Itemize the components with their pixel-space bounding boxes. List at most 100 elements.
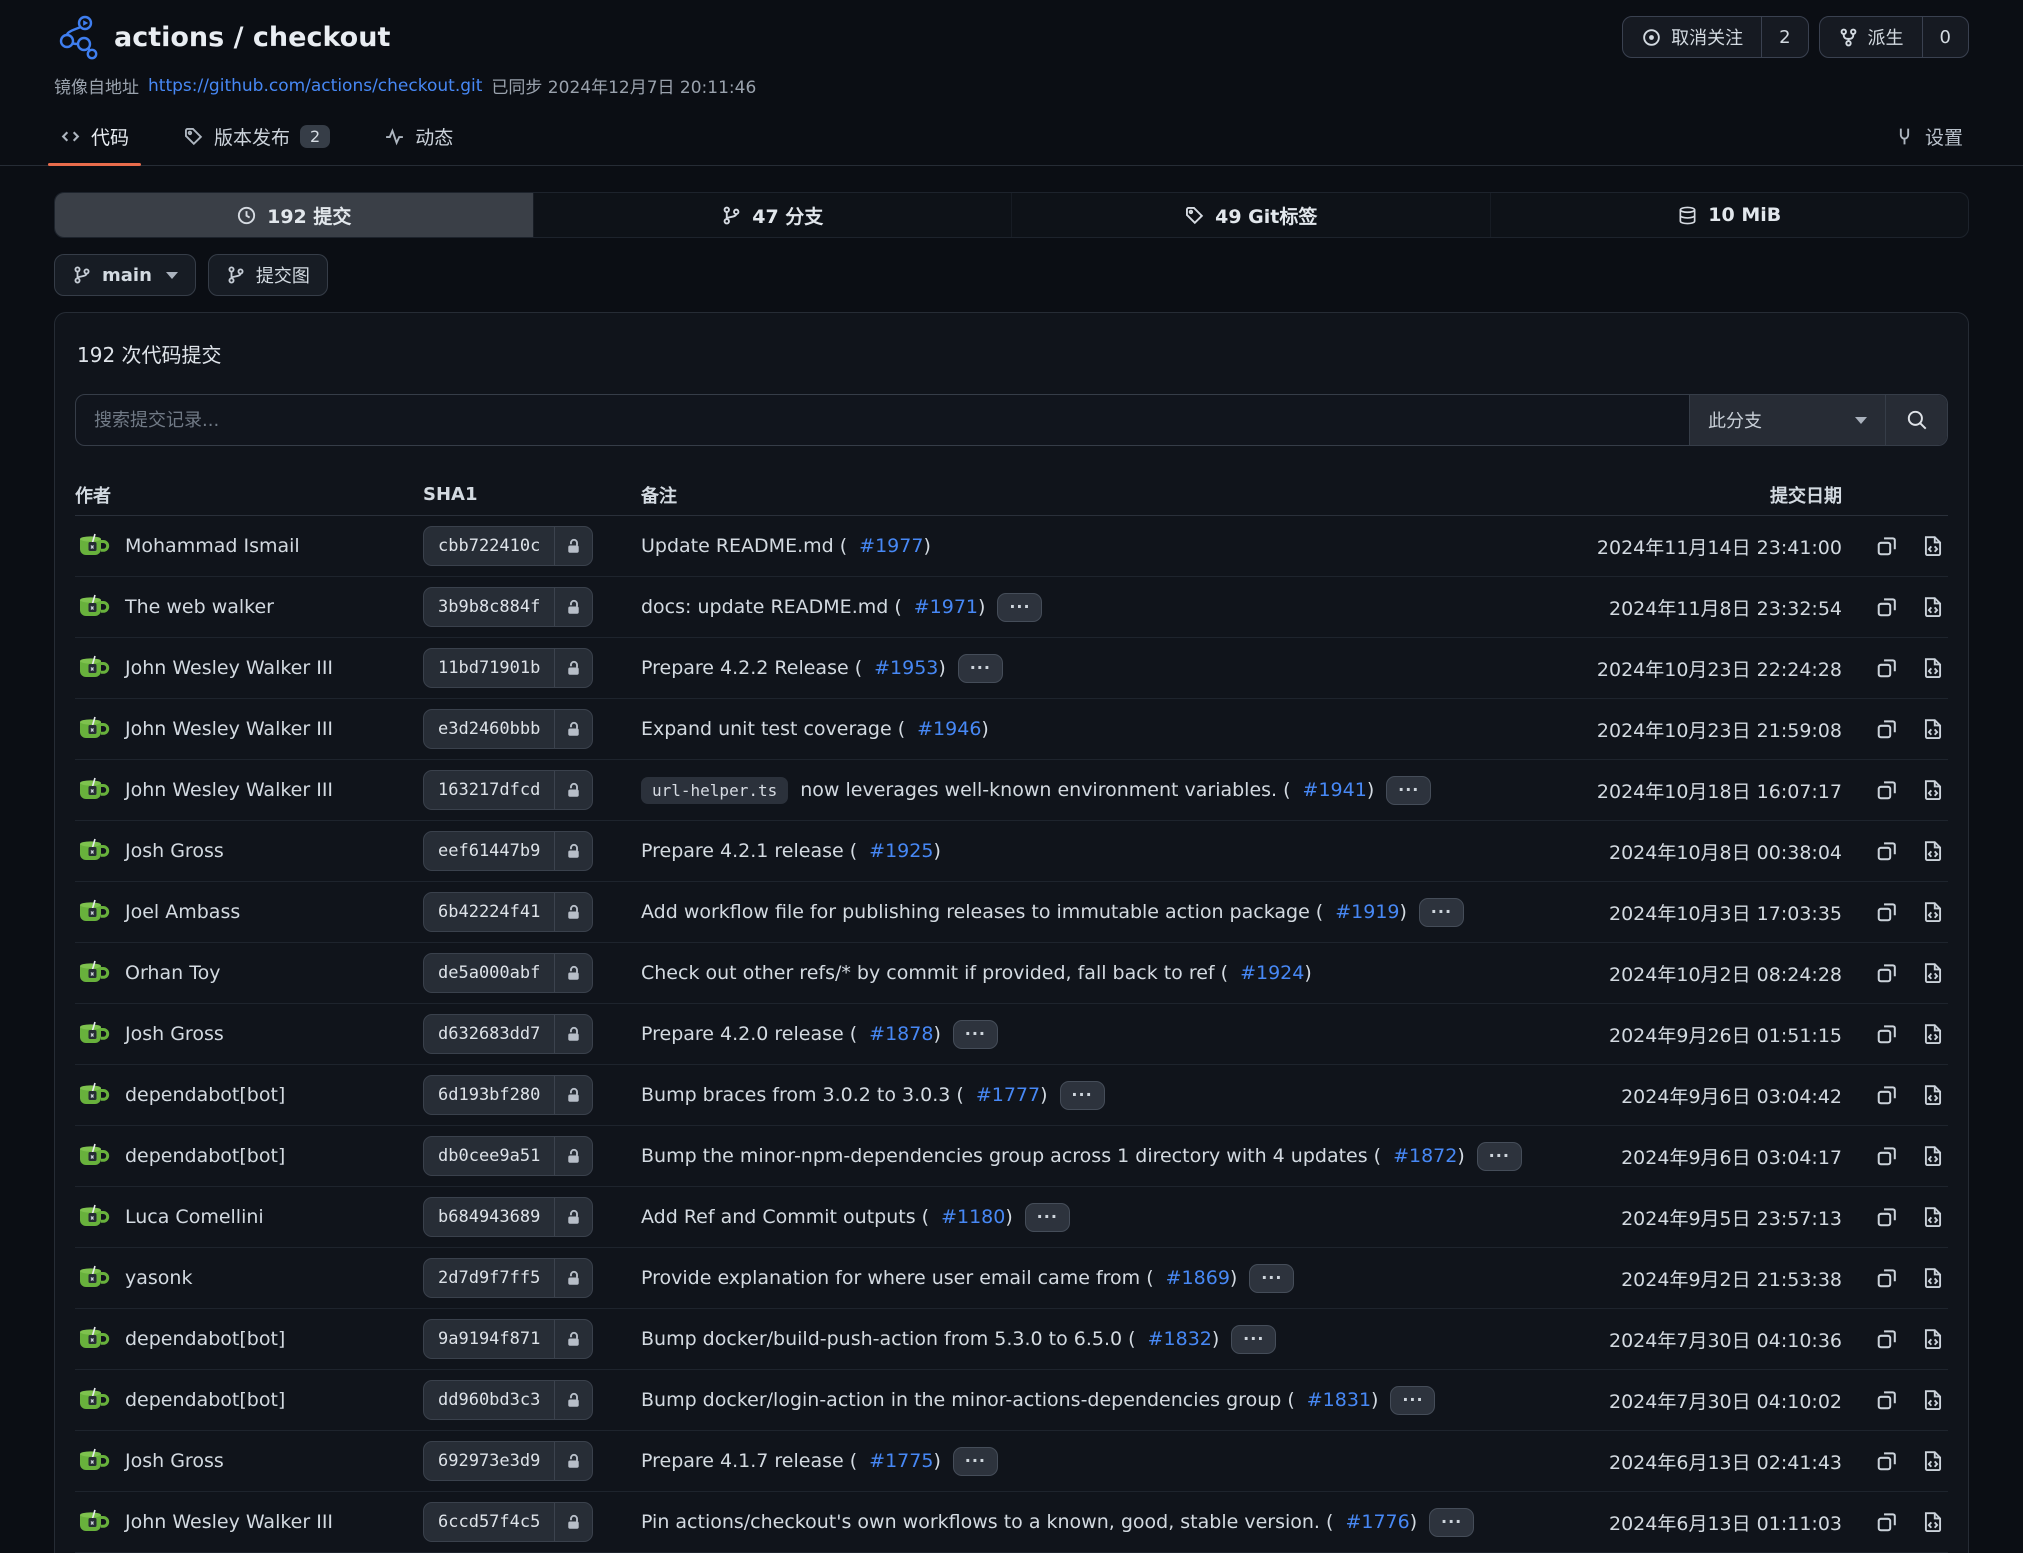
- author-name[interactable]: Luca Comellini: [125, 1206, 264, 1228]
- commit-sha-badge[interactable]: d632683dd7: [423, 1014, 593, 1054]
- commit-more-button[interactable]: ···: [1060, 1081, 1105, 1110]
- commit-more-button[interactable]: ···: [1386, 776, 1431, 805]
- commit-sha-badge[interactable]: 163217dfcd: [423, 770, 593, 810]
- unwatch-button[interactable]: 取消关注 2: [1622, 16, 1808, 58]
- author-name[interactable]: Joel Ambass: [125, 901, 240, 923]
- issue-link[interactable]: #1878: [869, 1023, 933, 1045]
- forks-count[interactable]: 0: [1923, 17, 1968, 57]
- repo-name-link[interactable]: checkout: [253, 22, 390, 53]
- author-name[interactable]: dependabot[bot]: [125, 1145, 285, 1167]
- commit-sha-badge[interactable]: dd960bd3c3: [423, 1380, 593, 1420]
- commit-sha-badge[interactable]: 2d7d9f7ff5: [423, 1258, 593, 1298]
- issue-link[interactable]: #1775: [869, 1450, 933, 1472]
- fork-button-label-part[interactable]: 派生: [1820, 17, 1923, 57]
- commit-sha-badge[interactable]: de5a000abf: [423, 953, 593, 993]
- author-name[interactable]: Josh Gross: [125, 1023, 224, 1045]
- copy-sha-button[interactable]: [1874, 838, 1900, 864]
- mirror-url-link[interactable]: https://github.com/actions/checkout.git: [148, 76, 482, 96]
- commit-more-button[interactable]: ···: [953, 1020, 998, 1049]
- copy-sha-button[interactable]: [1874, 1326, 1900, 1352]
- copy-sha-button[interactable]: [1874, 777, 1900, 803]
- copy-sha-button[interactable]: [1874, 1448, 1900, 1474]
- author-name[interactable]: John Wesley Walker III: [125, 779, 333, 801]
- commit-sha-badge[interactable]: e3d2460bbb: [423, 709, 593, 749]
- author-name[interactable]: dependabot[bot]: [125, 1389, 285, 1411]
- commit-sha-badge[interactable]: 692973e3d9: [423, 1441, 593, 1481]
- commit-more-button[interactable]: ···: [1390, 1386, 1435, 1415]
- commit-graph-button[interactable]: 提交图: [208, 254, 328, 296]
- branch-filter-select[interactable]: 此分支: [1689, 395, 1885, 445]
- issue-link[interactable]: #1832: [1148, 1328, 1212, 1350]
- issue-link[interactable]: #1977: [859, 535, 923, 557]
- browse-source-button[interactable]: [1920, 1509, 1946, 1535]
- browse-source-button[interactable]: [1920, 655, 1946, 681]
- browse-source-button[interactable]: [1920, 899, 1946, 925]
- stat-branches[interactable]: 47 分支: [533, 193, 1012, 237]
- commit-more-button[interactable]: ···: [1025, 1203, 1070, 1232]
- browse-source-button[interactable]: [1920, 1204, 1946, 1230]
- issue-link[interactable]: #1946: [917, 718, 981, 740]
- browse-source-button[interactable]: [1920, 1265, 1946, 1291]
- tab-releases[interactable]: 版本发布 2: [177, 115, 336, 165]
- commit-more-button[interactable]: ···: [997, 593, 1042, 622]
- copy-sha-button[interactable]: [1874, 1387, 1900, 1413]
- commit-more-button[interactable]: ···: [1419, 898, 1464, 927]
- browse-source-button[interactable]: [1920, 1143, 1946, 1169]
- commit-sha-badge[interactable]: 6ccd57f4c5: [423, 1502, 593, 1542]
- search-input[interactable]: [76, 395, 1689, 445]
- copy-sha-button[interactable]: [1874, 655, 1900, 681]
- commit-sha-badge[interactable]: 6b42224f41: [423, 892, 593, 932]
- browse-source-button[interactable]: [1920, 533, 1946, 559]
- author-name[interactable]: John Wesley Walker III: [125, 657, 333, 679]
- copy-sha-button[interactable]: [1874, 1265, 1900, 1291]
- browse-source-button[interactable]: [1920, 594, 1946, 620]
- issue-link[interactable]: #1971: [914, 596, 978, 618]
- tab-settings[interactable]: 设置: [1888, 115, 1969, 165]
- commit-more-button[interactable]: ···: [1477, 1142, 1522, 1171]
- copy-sha-button[interactable]: [1874, 1509, 1900, 1535]
- author-name[interactable]: Josh Gross: [125, 840, 224, 862]
- issue-link[interactable]: #1180: [941, 1206, 1005, 1228]
- commit-more-button[interactable]: ···: [1429, 1508, 1474, 1537]
- author-name[interactable]: Josh Gross: [125, 1450, 224, 1472]
- tab-activity[interactable]: 动态: [378, 115, 459, 165]
- fork-button[interactable]: 派生 0: [1819, 16, 1969, 58]
- copy-sha-button[interactable]: [1874, 1021, 1900, 1047]
- browse-source-button[interactable]: [1920, 1326, 1946, 1352]
- browse-source-button[interactable]: [1920, 1448, 1946, 1474]
- commit-sha-badge[interactable]: eef61447b9: [423, 831, 593, 871]
- copy-sha-button[interactable]: [1874, 716, 1900, 742]
- browse-source-button[interactable]: [1920, 1387, 1946, 1413]
- issue-link[interactable]: #1919: [1335, 901, 1399, 923]
- copy-sha-button[interactable]: [1874, 594, 1900, 620]
- author-name[interactable]: dependabot[bot]: [125, 1328, 285, 1350]
- commit-sha-badge[interactable]: cbb722410c: [423, 526, 593, 566]
- browse-source-button[interactable]: [1920, 716, 1946, 742]
- commit-sha-badge[interactable]: 6d193bf280: [423, 1075, 593, 1115]
- author-name[interactable]: yasonk: [125, 1267, 192, 1289]
- browse-source-button[interactable]: [1920, 960, 1946, 986]
- browse-source-button[interactable]: [1920, 1021, 1946, 1047]
- author-name[interactable]: Mohammad Ismail: [125, 535, 300, 557]
- stat-commits[interactable]: 192 提交: [55, 193, 533, 237]
- repo-owner-link[interactable]: actions: [114, 22, 224, 53]
- author-name[interactable]: The web walker: [125, 596, 274, 618]
- issue-link[interactable]: #1941: [1303, 779, 1367, 801]
- stat-tags[interactable]: 49 Git标签: [1011, 193, 1490, 237]
- copy-sha-button[interactable]: [1874, 533, 1900, 559]
- issue-link[interactable]: #1872: [1393, 1145, 1457, 1167]
- browse-source-button[interactable]: [1920, 1082, 1946, 1108]
- author-name[interactable]: John Wesley Walker III: [125, 718, 333, 740]
- search-button[interactable]: [1885, 395, 1947, 445]
- author-name[interactable]: Orhan Toy: [125, 962, 220, 984]
- issue-link[interactable]: #1869: [1166, 1267, 1230, 1289]
- issue-link[interactable]: #1776: [1345, 1511, 1409, 1533]
- commit-more-button[interactable]: ···: [1231, 1325, 1276, 1354]
- commit-more-button[interactable]: ···: [958, 654, 1003, 683]
- commit-sha-badge[interactable]: b684943689: [423, 1197, 593, 1237]
- commit-sha-badge[interactable]: 3b9b8c884f: [423, 587, 593, 627]
- copy-sha-button[interactable]: [1874, 1204, 1900, 1230]
- issue-link[interactable]: #1953: [874, 657, 938, 679]
- browse-source-button[interactable]: [1920, 838, 1946, 864]
- issue-link[interactable]: #1777: [976, 1084, 1040, 1106]
